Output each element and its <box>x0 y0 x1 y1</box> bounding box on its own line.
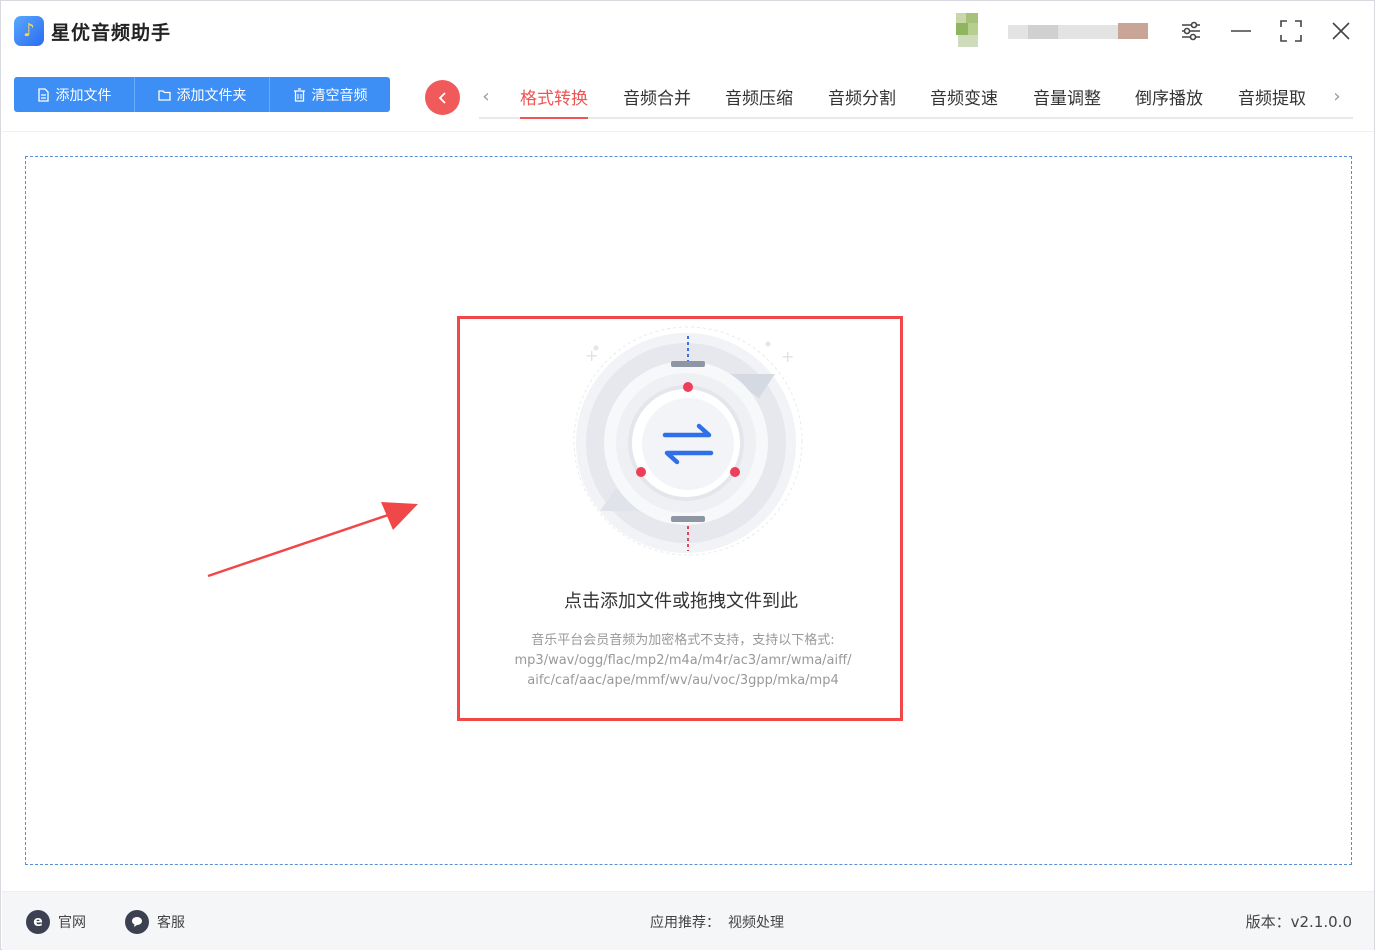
tab-audio-speed[interactable]: 音频变速 <box>930 84 998 114</box>
tab-format-convert[interactable]: 格式转换 <box>520 84 588 119</box>
title-bar: ♪ 星优音频助手 <box>1 1 1374 61</box>
file-toolbar: 添加文件 添加文件夹 清空音频 <box>14 77 390 112</box>
maximize-icon[interactable] <box>1277 17 1305 45</box>
add-file-button[interactable]: 添加文件 <box>14 77 135 112</box>
supported-formats-text: 音乐平台会员音频为加密格式不支持，支持以下格式: mp3/wav/ogg/fla… <box>457 631 909 691</box>
add-folder-button[interactable]: 添加文件夹 <box>135 77 270 112</box>
app-title: 星优音频助手 <box>51 22 172 44</box>
tab-audio-compress[interactable]: 音频压缩 <box>725 84 793 114</box>
tab-reverse-play[interactable]: 倒序播放 <box>1135 84 1203 114</box>
trash-icon <box>293 87 305 102</box>
drop-zone-title: 点击添加文件或拖拽文件到此 <box>564 591 798 612</box>
clear-audio-button[interactable]: 清空音频 <box>270 77 390 112</box>
chat-bubble-icon <box>125 910 149 934</box>
tab-audio-split[interactable]: 音频分割 <box>828 84 896 114</box>
app-logo-icon: ♪ <box>14 16 44 46</box>
video-processing-link[interactable]: 视频处理 <box>728 915 784 931</box>
svg-text:+: + <box>781 347 794 366</box>
app-window: ♪ 星优音频助手 添加文件 添加文件夹 清空音频 ‹ 格式转换 音频合并 音频压… <box>0 0 1375 950</box>
add-folder-label: 添加文件夹 <box>176 87 247 104</box>
tabs-underline <box>479 117 1353 119</box>
add-file-label: 添加文件 <box>55 87 112 104</box>
file-icon <box>37 87 49 102</box>
website-link[interactable]: e 官网 <box>26 910 86 934</box>
formats-note-line: 音乐平台会员音频为加密格式不支持，支持以下格式: <box>531 633 835 648</box>
clear-audio-label: 清空音频 <box>311 87 368 104</box>
user-avatar-blurred[interactable] <box>948 13 1150 53</box>
settings-sliders-icon[interactable] <box>1177 17 1205 45</box>
support-link[interactable]: 客服 <box>125 910 185 934</box>
app-recommend: 应用推荐： 视频处理 <box>650 912 784 932</box>
tabs-scroll-left-icon[interactable]: ‹ <box>478 87 494 107</box>
feature-tabs: ‹ 格式转换 音频合并 音频压缩 音频分割 音频变速 音量调整 倒序播放 音频提… <box>471 79 1353 121</box>
annotation-arrow-icon <box>207 502 418 578</box>
version-text: 版本：v2.1.0.0 <box>1245 913 1352 931</box>
chevron-left-icon <box>438 91 446 104</box>
back-button[interactable] <box>425 80 460 115</box>
recommend-label: 应用推荐： <box>650 915 720 931</box>
tab-audio-merge[interactable]: 音频合并 <box>623 84 691 114</box>
close-icon[interactable] <box>1327 17 1355 45</box>
website-label: 官网 <box>58 915 86 931</box>
formats-list-line-1: mp3/wav/ogg/flac/mp2/m4a/m4r/ac3/amr/wma… <box>514 653 852 668</box>
formats-list-line-2: aifc/caf/aac/ape/mmf/wv/au/voc/3gpp/mka/… <box>527 673 839 688</box>
tabs-scroll-right-icon[interactable]: › <box>1329 87 1345 107</box>
folder-icon <box>157 89 171 101</box>
format-convert-illustration: + + <box>573 326 803 556</box>
browser-e-icon: e <box>26 910 50 934</box>
support-label: 客服 <box>157 915 185 931</box>
tab-volume-adjust[interactable]: 音量调整 <box>1033 84 1101 114</box>
status-footer: e 官网 客服 应用推荐： 视频处理 版本：v2.1.0.0 <box>2 891 1374 950</box>
minimize-icon[interactable] <box>1227 17 1255 45</box>
tab-audio-extract[interactable]: 音频提取 <box>1238 84 1306 114</box>
